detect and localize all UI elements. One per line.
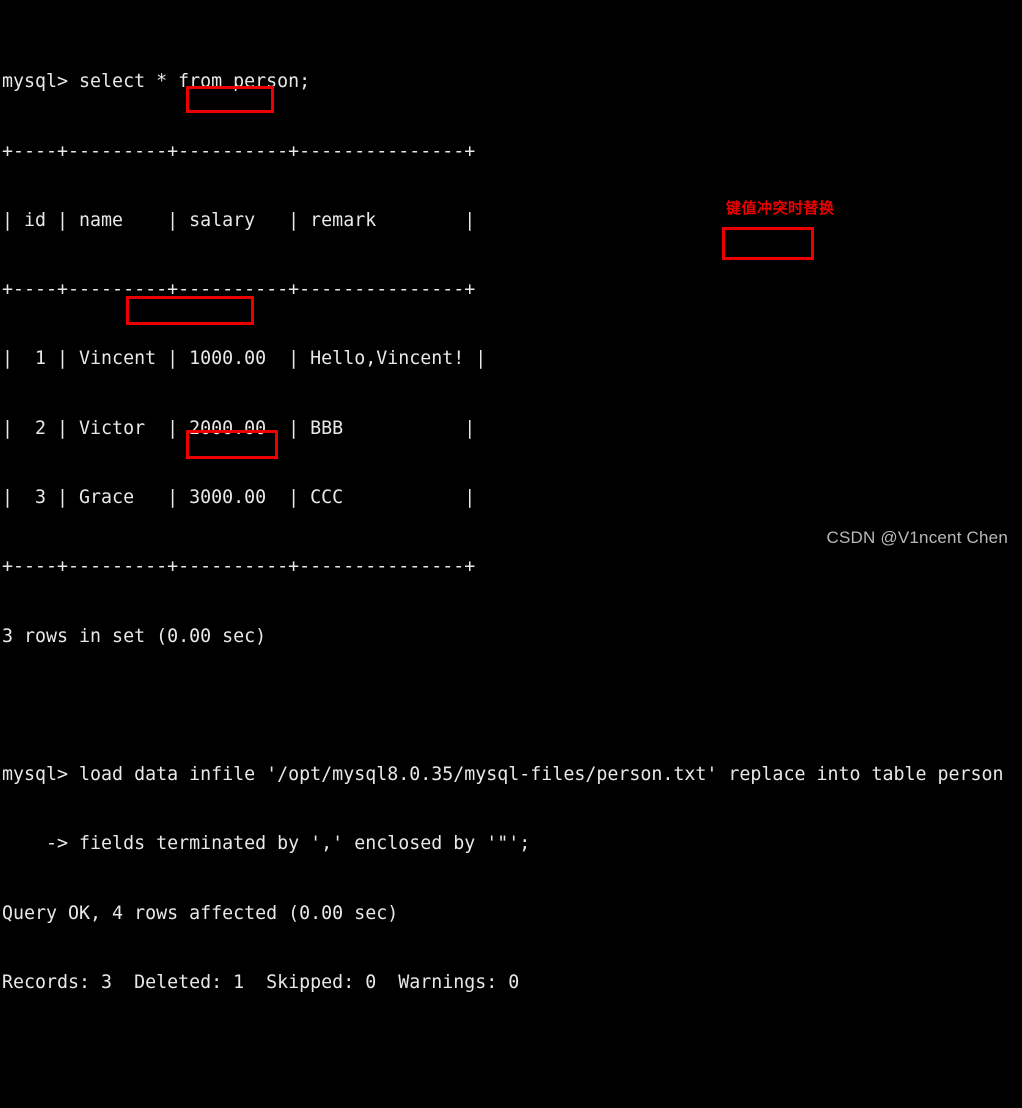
terminal-line-table-row: | 3 | Grace | 3000.00 | CCC | [2,486,476,508]
terminal-line-prompt-select-1: mysql> select * from person; [2,71,311,93]
terminal-line-query-ok: Query OK, 4 rows affected (0.00 sec) [2,902,399,924]
terminal-output[interactable]: mysql> select * from person; +----+-----… [0,0,1022,993]
terminal-line-load-fields: -> fields terminated by ',' enclosed by … [2,833,531,855]
terminal-line-counters: Records: 3 Deleted: 1 Skipped: 0 Warning… [2,971,520,993]
terminal-line-table-row: | 2 | Victor | 2000.00 | BBB | [2,417,476,439]
terminal-line-load-data: mysql> load data infile '/opt/mysql8.0.3… [2,764,1004,786]
terminal-line-table-header: | id | name | salary | remark | [2,209,476,231]
terminal-line-result-status: 3 rows in set (0.00 sec) [2,625,267,647]
watermark-text: CSDN @V1ncent Chen [826,528,1008,547]
terminal-line-table-border: +----+---------+----------+-------------… [2,140,476,162]
terminal-line-table-border: +----+---------+----------+-------------… [2,279,476,301]
terminal-line-table-row: | 1 | Vincent | 1000.00 | Hello,Vincent!… [2,348,487,370]
terminal-line-table-border: +----+---------+----------+-------------… [2,556,476,578]
annotation-replace-note: 键值冲突时替换 [726,199,835,217]
